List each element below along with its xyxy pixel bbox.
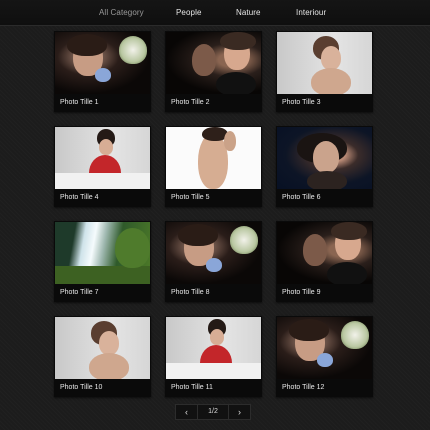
- photo-thumbnail[interactable]: [277, 127, 372, 189]
- photo-caption: Photo Tille 5: [171, 194, 210, 201]
- photo-caption: Photo Tille 7: [60, 289, 99, 296]
- photo-caption: Photo Tille 10: [60, 384, 103, 391]
- page-indicator: 1/2: [208, 408, 218, 415]
- photo-thumbnail[interactable]: [55, 32, 150, 94]
- photo-thumbnail[interactable]: [277, 222, 372, 284]
- photo-card[interactable]: Photo Tille 12: [276, 316, 373, 397]
- photo-card[interactable]: Photo Tille 3: [276, 31, 373, 112]
- photo-caption: Photo Tille 12: [282, 384, 325, 391]
- photo-caption: Photo Tille 8: [171, 289, 210, 296]
- photo-card[interactable]: Photo Tille 7: [54, 221, 151, 302]
- photo-card[interactable]: Photo Tille 8: [165, 221, 262, 302]
- pagination: ‹ 1/2 ›: [175, 404, 251, 420]
- photo-card[interactable]: Photo Tille 5: [165, 126, 262, 207]
- photo-thumbnail[interactable]: [166, 222, 261, 284]
- photo-thumbnail[interactable]: [55, 222, 150, 284]
- photo-card[interactable]: Photo Tille 6: [276, 126, 373, 207]
- photo-caption: Photo Tille 4: [60, 194, 99, 201]
- photo-card[interactable]: Photo Tille 11: [165, 316, 262, 397]
- photo-thumbnail[interactable]: [166, 317, 261, 379]
- photo-caption: Photo Tille 11: [171, 384, 213, 391]
- next-page-button[interactable]: ›: [228, 405, 250, 419]
- photo-card[interactable]: Photo Tille 10: [54, 316, 151, 397]
- photo-thumbnail[interactable]: [55, 317, 150, 379]
- photo-card[interactable]: Photo Tille 2: [165, 31, 262, 112]
- photo-caption: Photo Tille 6: [282, 194, 321, 201]
- photo-card[interactable]: Photo Tille 1: [54, 31, 151, 112]
- prev-page-button[interactable]: ‹: [176, 405, 198, 419]
- photo-thumbnail[interactable]: [277, 32, 372, 94]
- photo-caption: Photo Tille 1: [60, 99, 99, 106]
- photo-grid: Photo Tille 1 Photo Tille 2 Photo Tille …: [0, 0, 430, 430]
- photo-card[interactable]: Photo Tille 9: [276, 221, 373, 302]
- chevron-left-icon: ‹: [185, 407, 188, 417]
- photo-caption: Photo Tille 2: [171, 99, 210, 106]
- photo-card[interactable]: Photo Tille 4: [54, 126, 151, 207]
- photo-thumbnail[interactable]: [166, 32, 261, 94]
- photo-thumbnail[interactable]: [166, 127, 261, 189]
- photo-thumbnail[interactable]: [55, 127, 150, 189]
- photo-caption: Photo Tille 3: [282, 99, 321, 106]
- photo-thumbnail[interactable]: [277, 317, 372, 379]
- photo-caption: Photo Tille 9: [282, 289, 321, 296]
- chevron-right-icon: ›: [238, 407, 241, 417]
